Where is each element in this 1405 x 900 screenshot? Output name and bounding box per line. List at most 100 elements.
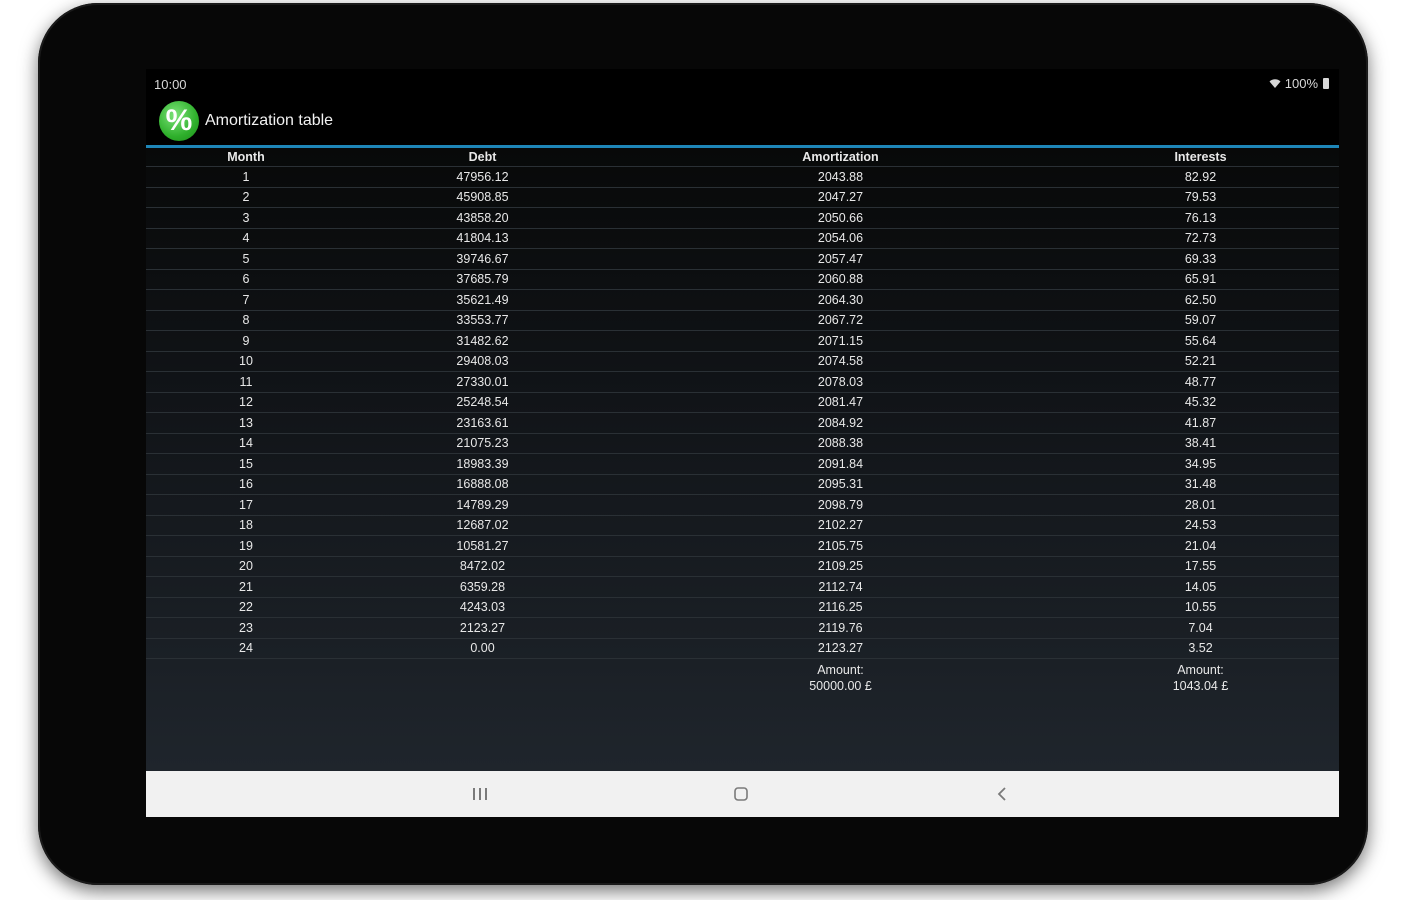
cell-debt: 27330.01 bbox=[346, 371, 619, 392]
cell-debt: 12687.02 bbox=[346, 514, 619, 536]
app-logo-icon[interactable]: % bbox=[159, 101, 199, 141]
cell-amortization: 2064.30 bbox=[619, 289, 1062, 310]
total-amortization: Amount: 50000.00 £ bbox=[619, 658, 1062, 698]
table-row: 6 37685.79 2060.88 65.91 bbox=[146, 268, 1339, 290]
cell-amortization: 2067.72 bbox=[619, 309, 1062, 331]
cell-amortization: 2057.47 bbox=[619, 248, 1062, 269]
cell-debt: 33553.77 bbox=[346, 309, 619, 331]
table-row: 2 45908.85 2047.27 79.53 bbox=[146, 186, 1339, 208]
cell-debt: 47956.12 bbox=[346, 166, 619, 187]
table-row: 22 4243.03 2116.25 10.55 bbox=[146, 596, 1339, 618]
cell-interests: 10.55 bbox=[1062, 596, 1339, 618]
table-row: 18 12687.02 2102.27 24.53 bbox=[146, 514, 1339, 536]
cell-month: 18 bbox=[146, 514, 346, 536]
cell-amortization: 2071.15 bbox=[619, 330, 1062, 351]
cell-month: 1 bbox=[146, 166, 346, 187]
cell-month: 22 bbox=[146, 596, 346, 618]
back-button[interactable] bbox=[990, 783, 1014, 805]
cell-debt: 31482.62 bbox=[346, 330, 619, 351]
cell-debt: 25248.54 bbox=[346, 391, 619, 413]
table-row: 20 8472.02 2109.25 17.55 bbox=[146, 555, 1339, 577]
cell-month: 4 bbox=[146, 227, 346, 249]
cell-amortization: 2047.27 bbox=[619, 186, 1062, 208]
cell-amortization: 2074.58 bbox=[619, 350, 1062, 372]
cell-month: 23 bbox=[146, 617, 346, 638]
cell-interests: 7.04 bbox=[1062, 617, 1339, 638]
table-row: 7 35621.49 2064.30 62.50 bbox=[146, 289, 1339, 310]
cell-amortization: 2102.27 bbox=[619, 514, 1062, 536]
table-row: 10 29408.03 2074.58 52.21 bbox=[146, 350, 1339, 372]
table-header-row: Month Debt Amortization Interests bbox=[146, 148, 1339, 167]
cell-interests: 59.07 bbox=[1062, 309, 1339, 331]
cell-debt: 41804.13 bbox=[346, 227, 619, 249]
amortization-table-container[interactable]: Month Debt Amortization Interests 1 47956… bbox=[146, 148, 1339, 771]
cell-debt: 39746.67 bbox=[346, 248, 619, 269]
cell-amortization: 2095.31 bbox=[619, 473, 1062, 495]
cell-debt: 21075.23 bbox=[346, 432, 619, 454]
table-row: 19 10581.27 2105.75 21.04 bbox=[146, 535, 1339, 556]
recents-icon bbox=[473, 788, 487, 800]
cell-interests: 17.55 bbox=[1062, 555, 1339, 577]
cell-month: 24 bbox=[146, 637, 346, 659]
cell-amortization: 2116.25 bbox=[619, 596, 1062, 618]
recents-button[interactable] bbox=[468, 783, 492, 805]
cell-amortization: 2084.92 bbox=[619, 412, 1062, 433]
cell-month: 12 bbox=[146, 391, 346, 413]
status-bar: 10:00 100% bbox=[146, 69, 1339, 97]
cell-interests: 14.05 bbox=[1062, 576, 1339, 597]
table-row: 17 14789.29 2098.79 28.01 bbox=[146, 494, 1339, 515]
tablet-frame: 10:00 100% % Amortization table Month De… bbox=[38, 3, 1368, 885]
cell-amortization: 2060.88 bbox=[619, 268, 1062, 290]
table-row: 1 47956.12 2043.88 82.92 bbox=[146, 166, 1339, 187]
cell-interests: 41.87 bbox=[1062, 412, 1339, 433]
header-month: Month bbox=[227, 150, 265, 164]
table-row: 21 6359.28 2112.74 14.05 bbox=[146, 576, 1339, 597]
total-amortization-label: Amount: bbox=[817, 663, 864, 677]
cell-debt: 14789.29 bbox=[346, 494, 619, 515]
cell-amortization: 2123.27 bbox=[619, 637, 1062, 659]
system-nav-bar bbox=[146, 771, 1339, 817]
cell-amortization: 2098.79 bbox=[619, 494, 1062, 515]
cell-month: 11 bbox=[146, 371, 346, 392]
cell-month: 20 bbox=[146, 555, 346, 577]
cell-month: 8 bbox=[146, 309, 346, 331]
header-amortization: Amortization bbox=[802, 150, 879, 164]
cell-month: 19 bbox=[146, 535, 346, 556]
cell-amortization: 2112.74 bbox=[619, 576, 1062, 597]
header-interests: Interests bbox=[1174, 150, 1227, 164]
home-button[interactable] bbox=[729, 783, 753, 805]
cell-amortization: 2054.06 bbox=[619, 227, 1062, 249]
cell-month: 21 bbox=[146, 576, 346, 597]
wifi-icon bbox=[1269, 78, 1281, 88]
cell-debt: 45908.85 bbox=[346, 186, 619, 208]
cell-debt: 4243.03 bbox=[346, 596, 619, 618]
cell-interests: 38.41 bbox=[1062, 432, 1339, 454]
cell-month: 2 bbox=[146, 186, 346, 208]
status-time: 10:00 bbox=[154, 77, 187, 92]
battery-icon bbox=[1323, 78, 1329, 89]
cell-month: 16 bbox=[146, 473, 346, 495]
cell-interests: 69.33 bbox=[1062, 248, 1339, 269]
cell-amortization: 2109.25 bbox=[619, 555, 1062, 577]
cell-debt: 10581.27 bbox=[346, 535, 619, 556]
cell-interests: 72.73 bbox=[1062, 227, 1339, 249]
table-row: 16 16888.08 2095.31 31.48 bbox=[146, 473, 1339, 495]
total-interests: Amount: 1043.04 £ bbox=[1062, 658, 1339, 698]
cell-month: 6 bbox=[146, 268, 346, 290]
table-row: 4 41804.13 2054.06 72.73 bbox=[146, 227, 1339, 249]
table-row: 3 43858.20 2050.66 76.13 bbox=[146, 207, 1339, 228]
total-interests-value: 1043.04 £ bbox=[1172, 679, 1229, 693]
page-title: Amortization table bbox=[205, 112, 334, 129]
cell-debt: 8472.02 bbox=[346, 555, 619, 577]
battery-level: 100% bbox=[1284, 76, 1318, 91]
app-bar: % Amortization table bbox=[146, 97, 1339, 148]
totals-row: Amount: 50000.00 £ Amount: 1043.04 £ bbox=[146, 658, 1339, 698]
cell-amortization: 2050.66 bbox=[619, 207, 1062, 228]
cell-debt: 16888.08 bbox=[346, 473, 619, 495]
cell-month: 3 bbox=[146, 207, 346, 228]
table-row: 23 2123.27 2119.76 7.04 bbox=[146, 617, 1339, 638]
cell-interests: 34.95 bbox=[1062, 453, 1339, 474]
cell-interests: 31.48 bbox=[1062, 473, 1339, 495]
cell-interests: 3.52 bbox=[1062, 637, 1339, 659]
table-row: 9 31482.62 2071.15 55.64 bbox=[146, 330, 1339, 351]
